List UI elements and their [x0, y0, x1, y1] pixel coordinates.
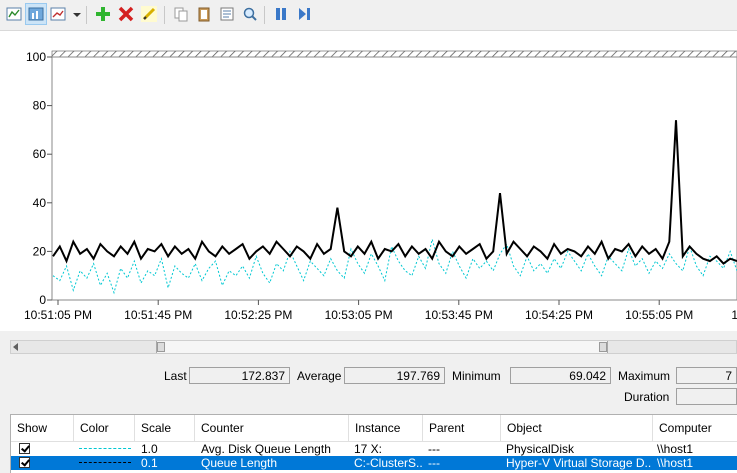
maximum-label: Maximum [618, 369, 671, 383]
legend-row-selected[interactable]: 0.1 Queue Length C:-ClusterS... --- Hype… [11, 456, 737, 470]
column-header-color[interactable]: Color [74, 415, 135, 441]
view-histogram-icon [28, 7, 44, 21]
add-counter-icon [96, 7, 110, 21]
change-graph-type-icon [50, 7, 66, 21]
scroll-thumb[interactable] [156, 341, 608, 353]
paste-counter-list-icon [198, 7, 210, 22]
counter-cell: Queue Length [201, 456, 278, 470]
y-tick-label: 20 [33, 244, 47, 258]
show-checkbox[interactable] [19, 457, 30, 468]
plot-top-hatch [51, 50, 737, 58]
change-graph-type-button[interactable] [47, 3, 69, 25]
update-data-icon [299, 8, 310, 20]
x-tick-label: 10:53:45 PM [425, 308, 493, 322]
y-tick-label: 100 [26, 50, 46, 64]
object-cell: Hyper-V Virtual Storage D... [506, 456, 652, 470]
view-graph-icon [6, 7, 22, 21]
last-value: 172.837 [189, 367, 290, 384]
x-tick-label: 10:51:45 PM [124, 308, 192, 322]
computer-cell: \\host1 [657, 442, 694, 456]
x-tick-label: 10:52:25 PM [224, 308, 292, 322]
counter-legend-table: Show Color Scale Counter Instance Parent… [10, 414, 737, 473]
counter-cell: Avg. Disk Queue Length [201, 442, 331, 456]
minimum-value: 69.042 [510, 367, 611, 384]
column-header-scale[interactable]: Scale [135, 415, 195, 441]
series-color-swatch [79, 462, 131, 463]
y-tick-label: 80 [33, 99, 47, 113]
y-tick-label: 0 [39, 293, 46, 307]
delete-counter-icon [118, 6, 134, 22]
scroll-grip-right[interactable] [599, 342, 607, 352]
plot-frame [51, 56, 737, 301]
update-data-button[interactable] [293, 3, 315, 25]
properties-icon [220, 7, 234, 21]
x-tick-label: 10:53:05 PM [325, 308, 393, 322]
zoom-button[interactable] [239, 3, 261, 25]
column-header-parent[interactable]: Parent [423, 415, 501, 441]
highlight-icon [141, 6, 157, 22]
toolbar [0, 0, 737, 31]
graph-area: 0 20 40 60 80 100 10:51:05 PM 10:51:45 PM 10:52:… [0, 31, 737, 331]
scale-cell: 1.0 [141, 442, 158, 456]
chevron-down-icon[interactable] [73, 13, 81, 17]
line-chart: 0 20 40 60 80 100 10:51:05 PM 10:51:45 PM 10:52:… [24, 50, 737, 322]
scroll-grip-left[interactable] [157, 342, 165, 352]
add-counter-button[interactable] [92, 3, 114, 25]
y-tick-label: 60 [33, 147, 47, 161]
freeze-display-icon [276, 8, 286, 20]
average-label: Average [297, 369, 342, 383]
view-histogram-button[interactable] [25, 3, 47, 25]
legend-row[interactable]: 1.0 Avg. Disk Queue Length 17 X: --- Phy… [11, 442, 737, 456]
y-tick-label: 40 [33, 196, 47, 210]
x-tick-label: 10:54:25 PM [525, 308, 593, 322]
copy-properties-icon [174, 7, 188, 22]
minimum-label: Minimum [452, 369, 501, 383]
column-header-instance[interactable]: Instance [349, 415, 423, 441]
x-tick-label: 10:55:3 [731, 308, 737, 322]
time-scrollbar[interactable] [10, 340, 737, 354]
properties-button[interactable] [216, 3, 238, 25]
x-tick-label: 10:55:05 PM [625, 308, 693, 322]
scale-cell: 0.1 [141, 456, 158, 470]
object-cell: PhysicalDisk [506, 442, 575, 456]
duration-value [676, 388, 737, 405]
paste-counter-list-button[interactable] [193, 3, 215, 25]
legend-header: Show Color Scale Counter Instance Parent… [11, 415, 737, 442]
column-header-counter[interactable]: Counter [195, 415, 349, 441]
average-value: 197.769 [344, 367, 445, 384]
statistics-panel: Last 172.837 Average 197.769 Minimum 69.… [0, 362, 737, 406]
parent-cell: --- [428, 456, 440, 470]
zoom-icon [243, 7, 257, 21]
x-tick-label: 10:51:05 PM [24, 308, 92, 322]
highlight-button[interactable] [138, 3, 160, 25]
freeze-display-button[interactable] [270, 3, 292, 25]
instance-cell: C:-ClusterS... [354, 456, 422, 470]
instance-cell: 17 X: [354, 442, 383, 456]
parent-cell: --- [428, 442, 440, 456]
computer-cell: \\host1 [657, 456, 694, 470]
toolbar-separator [164, 6, 165, 24]
duration-label: Duration [624, 390, 670, 404]
copy-properties-button[interactable] [170, 3, 192, 25]
column-header-object[interactable]: Object [501, 415, 653, 441]
last-label: Last [164, 369, 187, 383]
toolbar-separator [264, 6, 265, 24]
series-color-swatch [79, 448, 131, 449]
toolbar-separator [86, 6, 87, 24]
maximum-value: 7 [676, 367, 737, 384]
delete-counter-button[interactable] [115, 3, 137, 25]
view-graph-button[interactable] [3, 3, 25, 25]
column-header-show[interactable]: Show [11, 415, 74, 441]
show-checkbox[interactable] [19, 443, 30, 454]
scroll-left-arrow-icon[interactable] [13, 343, 18, 351]
column-header-computer[interactable]: Computer [653, 415, 737, 441]
